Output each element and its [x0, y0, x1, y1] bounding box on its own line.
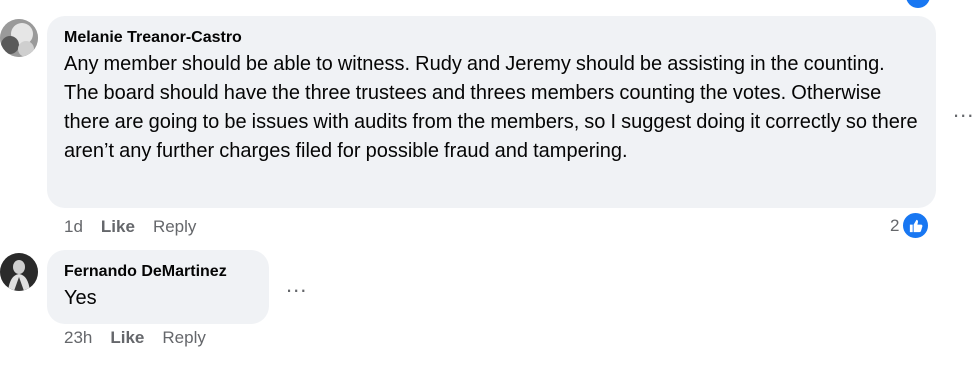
- reply-button[interactable]: Reply: [153, 217, 196, 237]
- reaction-summary[interactable]: 2: [890, 211, 931, 240]
- like-button[interactable]: Like: [110, 328, 144, 348]
- like-reaction-icon[interactable]: [906, 0, 930, 8]
- more-options-icon[interactable]: ...: [953, 99, 972, 121]
- comment-text: Yes: [64, 287, 97, 309]
- like-button[interactable]: Like: [101, 217, 135, 237]
- thumbs-up-icon: [901, 211, 931, 240]
- avatar[interactable]: [0, 19, 38, 57]
- comment-timestamp[interactable]: 1d: [64, 217, 83, 237]
- avatar[interactable]: [0, 253, 38, 291]
- reaction-count: 2: [890, 215, 900, 235]
- profile-photo-icon: [0, 253, 38, 291]
- more-options-icon[interactable]: ...: [286, 274, 307, 296]
- reply-button[interactable]: Reply: [162, 328, 205, 348]
- comment-timestamp[interactable]: 23h: [64, 328, 92, 348]
- comment-bubble: Melanie Treanor-Castro Any member should…: [47, 16, 936, 208]
- comment-author[interactable]: Melanie Treanor-Castro: [64, 28, 920, 48]
- comment-actions: 23h Like Reply: [64, 328, 206, 348]
- profile-photo-icon: [0, 19, 38, 57]
- comment-bubble: Fernando DeMartinez Yes: [47, 250, 269, 324]
- comment-author[interactable]: Fernando DeMartinez: [64, 262, 253, 282]
- comment-actions: 1d Like Reply: [64, 217, 196, 237]
- comment-text: Any member should be able to witness. Ru…: [64, 53, 918, 162]
